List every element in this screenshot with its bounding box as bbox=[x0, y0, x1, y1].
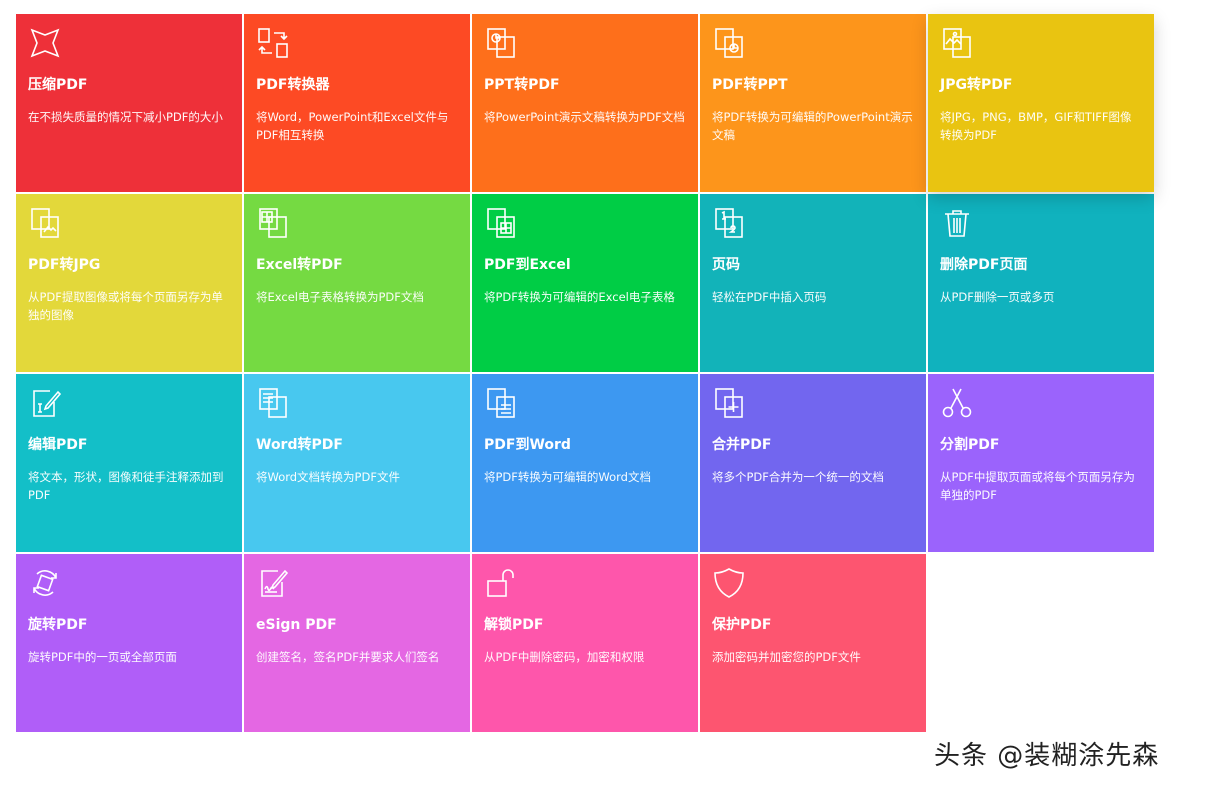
tile-title: 压缩PDF bbox=[28, 77, 88, 93]
tile-desc: 创建签名，签名PDF并要求人们签名 bbox=[256, 650, 440, 664]
image-icon bbox=[940, 26, 974, 60]
tile-excel-to-pdf[interactable]: Excel转PDF 将Excel电子表格转换为PDF文档 bbox=[244, 194, 470, 372]
tile-desc: 从PDF删除一页或多页 bbox=[940, 290, 1055, 304]
tile-desc: 从PDF中提取页面或将每个页面另存为单独的PDF bbox=[940, 470, 1135, 502]
tile-word-to-pdf[interactable]: Word转PDF 将Word文档转换为PDF文件 bbox=[244, 374, 470, 552]
word-icon bbox=[256, 386, 290, 420]
tile-pdf-to-jpg[interactable]: PDF转JPG 从PDF提取图像或将每个页面另存为单独的图像 bbox=[16, 194, 242, 372]
tile-desc: 添加密码并加密您的PDF文件 bbox=[712, 650, 861, 664]
tile-desc: 将Excel电子表格转换为PDF文档 bbox=[256, 290, 424, 304]
tile-desc: 将PowerPoint演示文稿转换为PDF文档 bbox=[484, 110, 685, 124]
tile-title: PDF转换器 bbox=[256, 77, 330, 93]
tile-title: JPG转PDF bbox=[940, 77, 1013, 93]
tile-title: 分割PDF bbox=[940, 437, 1000, 453]
tile-title: Word转PDF bbox=[256, 437, 343, 453]
page-number-icon bbox=[712, 206, 746, 240]
trash-icon bbox=[940, 206, 974, 240]
tile-desc: 将Word，PowerPoint和Excel文件与PDF相互转换 bbox=[256, 110, 449, 142]
tile-pdf-to-ppt[interactable]: PDF转PPT 将PDF转换为可编辑的PowerPoint演示文稿 bbox=[700, 14, 926, 192]
tile-merge-pdf[interactable]: 合并PDF 将多个PDF合并为一个统一的文档 bbox=[700, 374, 926, 552]
tile-desc: 将文本，形状，图像和徒手注释添加到PDF bbox=[28, 470, 224, 502]
tile-page-numbers[interactable]: 页码 轻松在PDF中插入页码 bbox=[700, 194, 926, 372]
ppt-icon bbox=[484, 26, 518, 60]
tile-desc: 从PDF提取图像或将每个页面另存为单独的图像 bbox=[28, 290, 223, 322]
tile-pdf-to-word[interactable]: PDF到Word 将PDF转换为可编辑的Word文档 bbox=[472, 374, 698, 552]
tile-desc: 将Word文档转换为PDF文件 bbox=[256, 470, 400, 484]
tile-title: 编辑PDF bbox=[28, 437, 88, 453]
tile-desc: 将PDF转换为可编辑的Excel电子表格 bbox=[484, 290, 675, 304]
pdf-to-excel-icon bbox=[484, 206, 518, 240]
tile-title: 解锁PDF bbox=[484, 617, 544, 633]
tile-edit-pdf[interactable]: 编辑PDF 将文本，形状，图像和徒手注释添加到PDF bbox=[16, 374, 242, 552]
tile-title: PDF转PPT bbox=[712, 77, 788, 93]
tile-title: PPT转PDF bbox=[484, 77, 560, 93]
tile-title: 删除PDF页面 bbox=[940, 257, 1028, 273]
tile-split-pdf[interactable]: 分割PDF 从PDF中提取页面或将每个页面另存为单独的PDF bbox=[928, 374, 1154, 552]
tile-desc: 在不损失质量的情况下减小PDF的大小 bbox=[28, 110, 223, 124]
tile-title: eSign PDF bbox=[256, 617, 337, 633]
watermark: 头条 @装糊涂先森 bbox=[934, 741, 1160, 771]
tile-protect-pdf[interactable]: 保护PDF 添加密码并加密您的PDF文件 bbox=[700, 554, 926, 732]
tile-desc: 轻松在PDF中插入页码 bbox=[712, 290, 827, 304]
scissors-icon bbox=[940, 386, 974, 420]
tile-title: 页码 bbox=[712, 257, 740, 273]
excel-icon bbox=[256, 206, 290, 240]
tile-rotate-pdf[interactable]: 旋转PDF 旋转PDF中的一页或全部页面 bbox=[16, 554, 242, 732]
merge-icon bbox=[712, 386, 746, 420]
tile-pdf-converter[interactable]: PDF转换器 将Word，PowerPoint和Excel文件与PDF相互转换 bbox=[244, 14, 470, 192]
tile-unlock-pdf[interactable]: 解锁PDF 从PDF中删除密码，加密和权限 bbox=[472, 554, 698, 732]
tile-title: PDF转JPG bbox=[28, 257, 101, 273]
tile-esign-pdf[interactable]: eSign PDF 创建签名，签名PDF并要求人们签名 bbox=[244, 554, 470, 732]
tile-delete-pages[interactable]: 删除PDF页面 从PDF删除一页或多页 bbox=[928, 194, 1154, 372]
tile-desc: 旋转PDF中的一页或全部页面 bbox=[28, 650, 177, 664]
convert-icon bbox=[256, 26, 290, 60]
tile-jpg-to-pdf[interactable]: JPG转PDF 将JPG，PNG，BMP，GIF和TIFF图像转换为PDF bbox=[928, 14, 1154, 192]
tile-desc: 将PDF转换为可编辑的Word文档 bbox=[484, 470, 651, 484]
shield-icon bbox=[712, 566, 746, 600]
pdf-to-ppt-icon bbox=[712, 26, 746, 60]
tile-title: Excel转PDF bbox=[256, 257, 343, 273]
tile-desc: 从PDF中删除密码，加密和权限 bbox=[484, 650, 645, 664]
pdf-to-word-icon bbox=[484, 386, 518, 420]
edit-icon bbox=[28, 386, 62, 420]
tile-compress-pdf[interactable]: 压缩PDF 在不损失质量的情况下减小PDF的大小 bbox=[16, 14, 242, 192]
tile-title: 旋转PDF bbox=[28, 617, 88, 633]
unlock-icon bbox=[484, 566, 518, 600]
tile-title: PDF到Word bbox=[484, 437, 571, 453]
tile-desc: 将多个PDF合并为一个统一的文档 bbox=[712, 470, 884, 484]
tile-desc: 将JPG，PNG，BMP，GIF和TIFF图像转换为PDF bbox=[940, 110, 1132, 142]
tile-title: 保护PDF bbox=[712, 617, 772, 633]
compress-icon bbox=[28, 26, 62, 60]
tile-ppt-to-pdf[interactable]: PPT转PDF 将PowerPoint演示文稿转换为PDF文档 bbox=[472, 14, 698, 192]
tile-title: 合并PDF bbox=[712, 437, 772, 453]
tile-desc: 将PDF转换为可编辑的PowerPoint演示文稿 bbox=[712, 110, 913, 142]
tile-pdf-to-excel[interactable]: PDF到Excel 将PDF转换为可编辑的Excel电子表格 bbox=[472, 194, 698, 372]
tool-grid: 压缩PDF 在不损失质量的情况下减小PDF的大小 PDF转换器 将Word，Po… bbox=[16, 14, 1154, 732]
tile-title: PDF到Excel bbox=[484, 257, 571, 273]
esign-icon bbox=[256, 566, 290, 600]
pdf-to-jpg-icon bbox=[28, 206, 62, 240]
rotate-icon bbox=[28, 566, 62, 600]
